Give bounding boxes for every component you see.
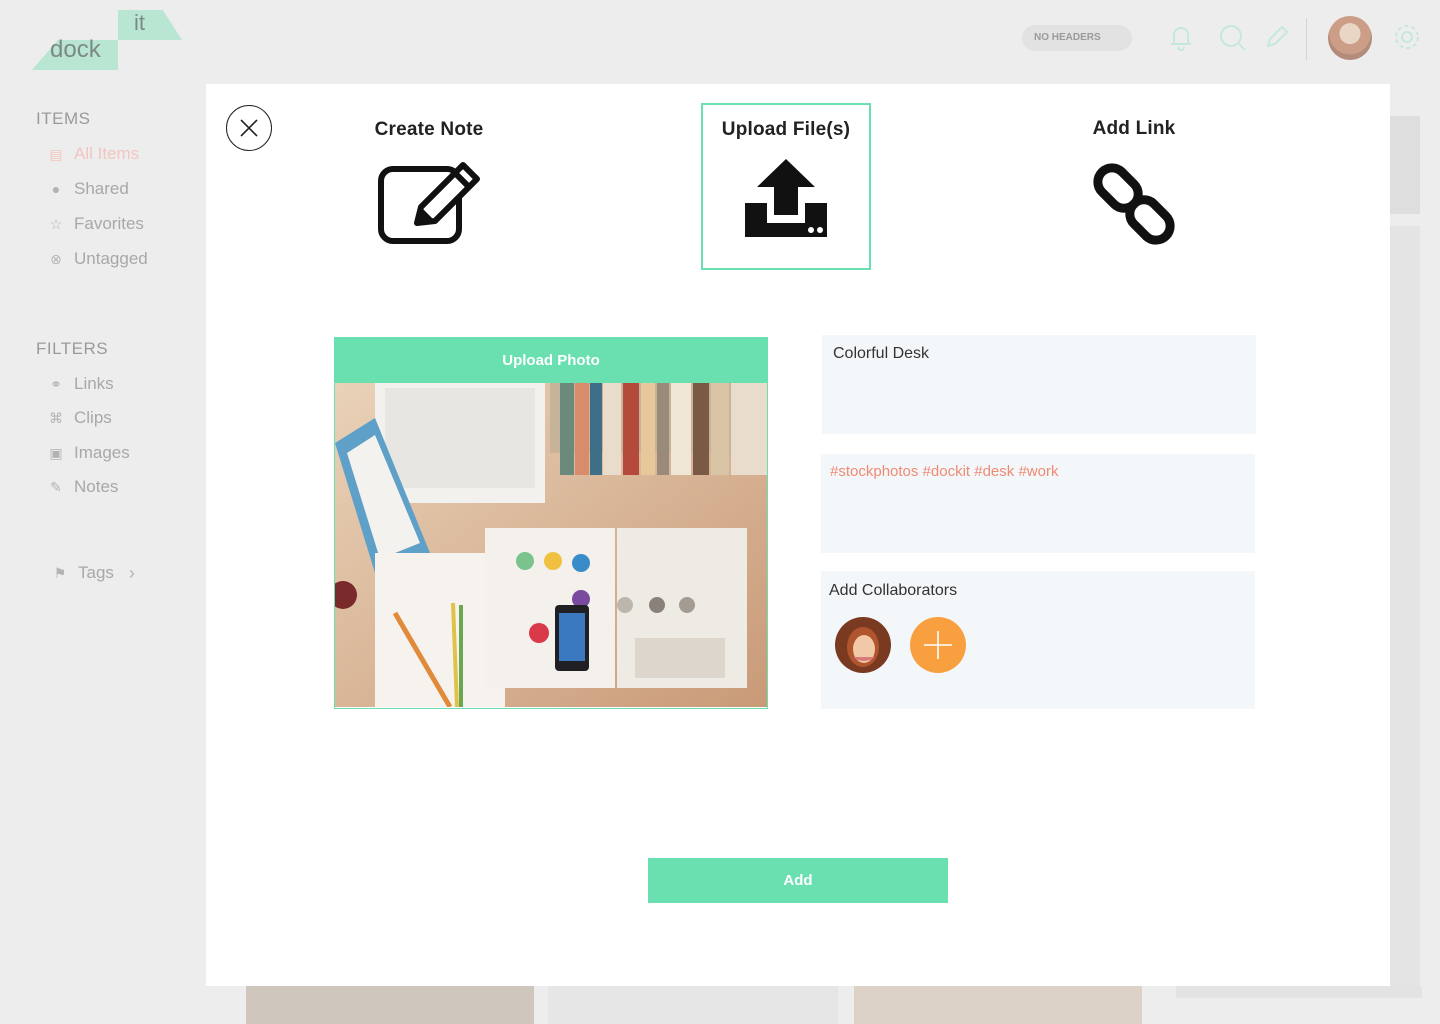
pencil-icon[interactable] xyxy=(1262,22,1292,52)
chain-link-icon xyxy=(1093,163,1175,245)
add-collaborator-button[interactable] xyxy=(910,617,966,673)
sidebar-item-images[interactable]: ▣ Images xyxy=(48,443,130,463)
sidebar-item-notes[interactable]: ✎ Notes xyxy=(48,477,118,497)
logo-shape-top xyxy=(118,10,182,40)
user-avatar[interactable] xyxy=(1328,16,1372,60)
sidebar-item-tags[interactable]: ⚑ Tags › xyxy=(52,563,140,583)
sidebar-item-label: Shared xyxy=(74,179,129,198)
sidebar-item-shared[interactable]: ● Shared xyxy=(48,179,129,199)
option-label: Add Link xyxy=(1092,118,1176,139)
upload-photo-panel: Upload Photo xyxy=(334,337,768,709)
users-icon: ● xyxy=(51,181,61,197)
collaborators-panel: Add Collaborators xyxy=(821,571,1255,709)
sidebar-item-clips[interactable]: ⌘ Clips xyxy=(48,408,112,428)
collaborators-label: Add Collaborators xyxy=(829,582,958,599)
background-card xyxy=(854,986,1142,1024)
close-icon xyxy=(240,119,258,137)
background-card xyxy=(1390,226,1420,996)
search-icon[interactable] xyxy=(1218,22,1248,52)
background-card xyxy=(246,986,534,1024)
plus-icon xyxy=(924,631,952,659)
collaborator-avatar[interactable] xyxy=(835,617,891,673)
untagged-icon: ⊗ xyxy=(50,251,62,267)
add-link-option[interactable]: Add Link xyxy=(1062,118,1206,248)
sidebar-item-label: Tags xyxy=(78,563,114,582)
tags-field[interactable]: #stockphotos #dockit #desk #work xyxy=(821,454,1255,553)
upload-photo-button[interactable]: Upload Photo xyxy=(335,338,767,383)
upload-icon xyxy=(745,159,827,237)
link-icon: ⚭ xyxy=(50,376,62,392)
document-icon: ▤ xyxy=(49,146,63,162)
tags-value: #stockphotos #dockit #desk #work xyxy=(830,463,1059,480)
title-value: Colorful Desk xyxy=(833,345,930,362)
sidebar-item-favorites[interactable]: ☆ Favorites xyxy=(48,214,144,234)
sidebar-item-label: Favorites xyxy=(74,214,144,233)
background-card xyxy=(1176,986,1422,998)
bell-icon[interactable] xyxy=(1166,22,1196,52)
desk-photo-image xyxy=(335,383,767,707)
edit-icon: ✎ xyxy=(50,479,62,495)
option-label: Upload File(s) xyxy=(721,119,851,140)
top-toolbar: NO HEADERS xyxy=(1000,0,1440,80)
add-button[interactable]: Add xyxy=(648,858,948,903)
sidebar-item-label: All Items xyxy=(74,144,140,163)
dockit-logo[interactable]: it dock xyxy=(32,10,182,70)
title-field[interactable]: Colorful Desk xyxy=(822,335,1256,434)
sidebar-item-untagged[interactable]: ⊗ Untagged xyxy=(48,249,148,269)
sidebar-item-label: Untagged xyxy=(74,249,148,268)
tag-icon: ⚑ xyxy=(53,565,67,581)
uploaded-photo-preview xyxy=(335,383,767,707)
add-item-modal: Create Note Upload File(s) Add Link Uplo… xyxy=(206,84,1390,986)
image-icon: ▣ xyxy=(49,445,63,461)
sidebar-item-links[interactable]: ⚭ Links xyxy=(48,374,114,394)
chevron-right-icon: › xyxy=(128,563,135,583)
sidebar-item-label: Notes xyxy=(74,477,119,496)
filters-heading: FILTERS xyxy=(36,339,109,358)
toolbar-divider xyxy=(1306,18,1307,60)
close-button[interactable] xyxy=(226,105,272,151)
sidebar-item-all-items[interactable]: ▤ All Items xyxy=(48,144,139,164)
gear-icon[interactable] xyxy=(1392,22,1422,52)
sidebar-item-label: Images xyxy=(74,443,130,462)
logo-text-dock: dock xyxy=(50,36,101,63)
sidebar-item-label: Clips xyxy=(74,408,112,427)
upload-files-option[interactable]: Upload File(s) xyxy=(701,103,871,270)
edit-note-icon xyxy=(378,162,480,244)
logo-text-it: it xyxy=(134,10,145,35)
crop-icon: ⌘ xyxy=(49,410,63,426)
items-heading: ITEMS xyxy=(36,109,91,128)
create-note-option[interactable]: Create Note xyxy=(356,119,502,249)
background-card xyxy=(548,986,838,1024)
no-headers-toggle[interactable]: NO HEADERS xyxy=(1022,25,1132,51)
option-label: Create Note xyxy=(374,119,484,140)
star-icon: ☆ xyxy=(49,216,63,232)
sidebar-item-label: Links xyxy=(74,374,114,393)
background-card xyxy=(1390,116,1420,214)
